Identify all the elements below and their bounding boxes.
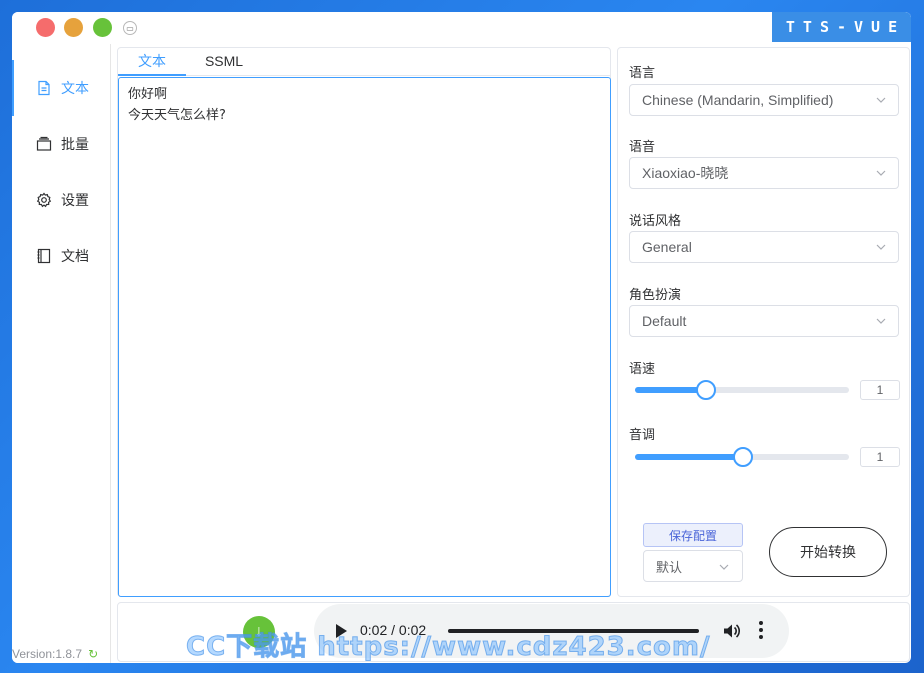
sidebar-item-batch[interactable]: 批量 xyxy=(12,116,110,172)
style-label: 说话风格 xyxy=(629,213,682,228)
sidebar-item-label: 设置 xyxy=(61,192,89,208)
pitch-slider-fill xyxy=(635,454,744,460)
language-label: 语言 xyxy=(629,65,656,80)
more-options-icon[interactable] xyxy=(758,621,764,641)
version-info: Version:1.8.7 ↻ xyxy=(12,647,98,661)
pitch-slider-handle[interactable] xyxy=(733,447,754,467)
sidebar-item-label: 批量 xyxy=(61,136,89,152)
version-label: Version:1.8.7 xyxy=(12,647,83,661)
tab-text[interactable]: 文本 xyxy=(118,48,186,76)
monitor-icon[interactable]: ▭ xyxy=(123,21,137,35)
save-config-button[interactable]: 保存配置 xyxy=(643,523,743,547)
refresh-icon[interactable]: ↻ xyxy=(88,647,98,661)
editor-tabs: 文本 SSML xyxy=(118,48,610,76)
pitch-input[interactable]: 1 xyxy=(860,447,900,467)
chevron-down-icon xyxy=(876,244,886,250)
voice-label: 语音 xyxy=(629,139,656,154)
style-select[interactable]: General xyxy=(629,231,899,263)
minimize-window-button[interactable] xyxy=(64,18,83,37)
sidebar: 文本 批量 设置 文档 Version:1.8.7 ↻ xyxy=(12,44,111,663)
text-input[interactable]: 你好啊 今天天气怎么样? xyxy=(118,77,611,597)
watermark: CC下载站 https://www.cdz423.com/ xyxy=(186,632,711,663)
pitch-slider[interactable] xyxy=(635,447,849,467)
start-convert-button[interactable]: 开始转换 xyxy=(769,527,887,577)
rate-slider-handle[interactable] xyxy=(695,380,716,400)
config-profile-select[interactable]: 默认 xyxy=(643,550,743,582)
config-profile-value: 默认 xyxy=(656,559,683,575)
sidebar-item-docs[interactable]: 文档 xyxy=(12,228,110,284)
maximize-window-button[interactable] xyxy=(93,18,112,37)
voice-select[interactable]: Xiaoxiao-晓晓 xyxy=(629,157,899,189)
role-select[interactable]: Default xyxy=(629,305,899,337)
title-bar: ▭ TTS-VUE xyxy=(12,12,911,44)
document-icon xyxy=(38,80,50,96)
chevron-down-icon xyxy=(876,97,886,103)
sidebar-item-settings[interactable]: 设置 xyxy=(12,172,110,228)
brand-logo: TTS-VUE xyxy=(772,12,911,42)
settings-panel: 语言 Chinese (Mandarin, Simplified) 语音 Xia… xyxy=(617,47,910,597)
language-value: Chinese (Mandarin, Simplified) xyxy=(642,92,834,108)
sidebar-item-label: 文本 xyxy=(61,80,89,96)
book-icon xyxy=(37,248,51,264)
voice-value: Xiaoxiao-晓晓 xyxy=(642,165,729,181)
rate-slider[interactable] xyxy=(635,380,849,400)
chevron-down-icon xyxy=(876,318,886,324)
tab-ssml[interactable]: SSML xyxy=(190,48,258,76)
layers-icon xyxy=(36,136,52,151)
role-label: 角色扮演 xyxy=(629,287,682,302)
volume-icon[interactable] xyxy=(722,622,740,640)
gear-icon xyxy=(36,192,52,208)
chevron-down-icon xyxy=(876,170,886,176)
sidebar-item-label: 文档 xyxy=(61,248,89,264)
app-window: ▭ TTS-VUE 文本 批量 设置 文档 Version:1.8.7 ↻ 文本… xyxy=(12,12,911,663)
sidebar-item-text[interactable]: 文本 xyxy=(12,60,110,116)
pitch-label: 音调 xyxy=(629,427,656,442)
chevron-down-icon xyxy=(719,564,729,570)
role-value: Default xyxy=(642,313,687,329)
rate-label: 语速 xyxy=(629,361,656,376)
style-value: General xyxy=(642,239,692,255)
editor-panel: 文本 SSML 你好啊 今天天气怎么样? xyxy=(117,47,611,597)
language-select[interactable]: Chinese (Mandarin, Simplified) xyxy=(629,84,899,116)
close-window-button[interactable] xyxy=(36,18,55,37)
rate-input[interactable]: 1 xyxy=(860,380,900,400)
